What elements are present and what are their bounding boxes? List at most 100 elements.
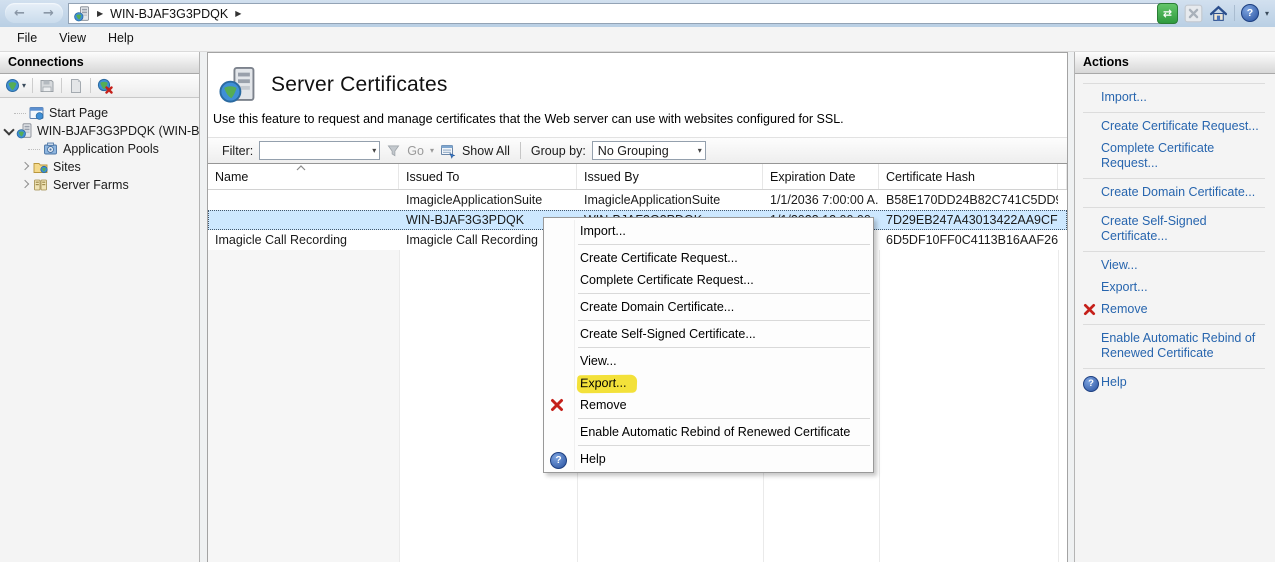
menu-item-create-domain-certificate[interactable]: Create Domain Certificate... bbox=[544, 296, 873, 318]
menu-separator bbox=[578, 347, 870, 348]
action-enable-automatic-rebind[interactable]: Enable Automatic Rebind of Renewed Certi… bbox=[1083, 328, 1265, 365]
chevron-expanded-icon[interactable] bbox=[4, 126, 14, 136]
filter-toolbar: Filter: ▾ Go ▾ Show All Group by: No Gro… bbox=[208, 137, 1067, 164]
tree-item-sites[interactable]: Sites bbox=[0, 158, 199, 176]
chevron-collapsed-icon[interactable] bbox=[20, 180, 30, 190]
divider bbox=[1083, 112, 1265, 113]
menu-help[interactable]: Help bbox=[97, 27, 145, 51]
help-icon bbox=[1083, 376, 1099, 392]
menu-file[interactable]: File bbox=[6, 27, 48, 51]
divider bbox=[1083, 207, 1265, 208]
server-icon bbox=[74, 6, 90, 22]
menu-item-create-certificate-request[interactable]: Create Certificate Request... bbox=[544, 247, 873, 269]
create-connection-button[interactable]: ▾ bbox=[4, 77, 27, 95]
chevron-down-icon[interactable]: ▾ bbox=[372, 146, 376, 155]
save-connections-button-disabled bbox=[38, 77, 56, 95]
column-gridline bbox=[1058, 250, 1059, 562]
menu-item-help[interactable]: Help bbox=[544, 448, 873, 470]
breadcrumb-arrow-icon[interactable]: ▶ bbox=[235, 9, 241, 18]
actions-list: Import... Create Certificate Request... … bbox=[1075, 74, 1275, 394]
connections-tree: Start Page WIN-BJAF3G3PDQK (WIN-BJA Appl… bbox=[0, 98, 199, 194]
tree-guide bbox=[28, 149, 40, 150]
start-page-icon bbox=[28, 105, 45, 121]
menu-item-remove[interactable]: Remove bbox=[544, 394, 873, 416]
chevron-down-icon: ▾ bbox=[430, 146, 434, 155]
action-import[interactable]: Import... bbox=[1083, 87, 1265, 109]
filter-input[interactable]: ▾ bbox=[259, 141, 380, 160]
table-row[interactable]: ImagicleApplicationSuite ImagicleApplica… bbox=[208, 190, 1067, 210]
tree-item-start-page[interactable]: Start Page bbox=[0, 104, 199, 122]
chevron-down-icon[interactable]: ▾ bbox=[698, 146, 702, 155]
menu-item-create-self-signed-certificate[interactable]: Create Self-Signed Certificate... bbox=[544, 323, 873, 345]
actions-header: Actions bbox=[1075, 52, 1275, 74]
menu-item-enable-automatic-rebind[interactable]: Enable Automatic Rebind of Renewed Certi… bbox=[544, 421, 873, 443]
action-complete-certificate-request[interactable]: Complete Certificate Request... bbox=[1083, 138, 1265, 175]
title-bar: ← → ▶ WIN-BJAF3G3PDQK ▶ ▾ bbox=[0, 0, 1275, 28]
menu-item-export-highlighted[interactable]: Export... bbox=[544, 372, 873, 394]
back-icon[interactable]: ← bbox=[14, 7, 25, 20]
menu-item-label: Remove bbox=[580, 398, 627, 412]
divider bbox=[1083, 324, 1265, 325]
menu-item-view[interactable]: View... bbox=[544, 350, 873, 372]
filter-label: Filter: bbox=[222, 144, 253, 158]
menu-item-import[interactable]: Import... bbox=[544, 220, 873, 242]
table-header: Name Issued To Issued By Expiration Date… bbox=[208, 164, 1067, 190]
action-label: Remove bbox=[1101, 302, 1148, 316]
cell-issued-to: ImagicleApplicationSuite bbox=[399, 193, 577, 207]
rename-connection-button-disabled bbox=[67, 77, 85, 95]
column-header-issued-by[interactable]: Issued By bbox=[577, 164, 763, 189]
breadcrumb-arrow-icon[interactable]: ▶ bbox=[97, 9, 103, 18]
navigation-buttons: ← → bbox=[5, 3, 63, 23]
action-view[interactable]: View... bbox=[1083, 255, 1265, 277]
group-by-label: Group by: bbox=[531, 144, 586, 158]
show-all-icon bbox=[440, 143, 456, 159]
action-label: Help bbox=[1101, 375, 1127, 389]
refresh-icon[interactable] bbox=[1157, 3, 1178, 24]
column-gridline bbox=[879, 250, 880, 562]
floppy-icon bbox=[39, 78, 55, 94]
cell-certificate-hash: 7D29EB247A43013422AA9CFD... bbox=[879, 213, 1058, 227]
breadcrumb-server[interactable]: WIN-BJAF3G3PDQK bbox=[110, 7, 228, 21]
help-icon[interactable] bbox=[1241, 4, 1259, 22]
action-create-domain-certificate[interactable]: Create Domain Certificate... bbox=[1083, 182, 1265, 204]
action-create-certificate-request[interactable]: Create Certificate Request... bbox=[1083, 116, 1265, 138]
action-export[interactable]: Export... bbox=[1083, 277, 1265, 299]
column-header-issued-to[interactable]: Issued To bbox=[399, 164, 577, 189]
home-icon[interactable] bbox=[1209, 4, 1228, 23]
chevron-down-icon[interactable]: ▾ bbox=[1265, 9, 1269, 18]
action-create-self-signed-certificate[interactable]: Create Self-Signed Certificate... bbox=[1083, 211, 1265, 248]
tree-item-label: Application Pools bbox=[63, 142, 159, 156]
show-all-button[interactable]: Show All bbox=[462, 144, 510, 158]
action-remove[interactable]: Remove bbox=[1083, 299, 1265, 321]
tree-item-application-pools[interactable]: Application Pools bbox=[0, 140, 199, 158]
cell-certificate-hash: 6D5DF10FF0C4113B16AAF268... bbox=[879, 233, 1058, 247]
menu-item-complete-certificate-request[interactable]: Complete Certificate Request... bbox=[544, 269, 873, 291]
tree-item-server-farms[interactable]: Server Farms bbox=[0, 176, 199, 194]
tree-item-server[interactable]: WIN-BJAF3G3PDQK (WIN-BJA bbox=[0, 122, 199, 140]
certificate-context-menu: Import... Create Certificate Request... … bbox=[543, 217, 874, 473]
menu-view[interactable]: View bbox=[48, 27, 97, 51]
menu-separator bbox=[578, 293, 870, 294]
feature-description: Use this feature to request and manage c… bbox=[213, 112, 1067, 128]
go-button-disabled: Go bbox=[407, 144, 424, 158]
menu-bar: File View Help bbox=[0, 27, 1275, 52]
server-certificates-icon bbox=[219, 66, 257, 104]
page-title: Server Certificates bbox=[271, 73, 448, 97]
sort-ascending-icon bbox=[296, 165, 306, 171]
address-bar[interactable]: ▶ WIN-BJAF3G3PDQK ▶ bbox=[68, 3, 1167, 24]
forward-icon[interactable]: → bbox=[43, 7, 54, 20]
column-gridline bbox=[399, 250, 400, 562]
application-pools-icon bbox=[42, 141, 59, 157]
globe-delete-icon bbox=[97, 78, 113, 94]
chevron-collapsed-icon[interactable] bbox=[20, 162, 30, 172]
group-by-dropdown[interactable]: No Grouping ▾ bbox=[592, 141, 706, 160]
divider bbox=[32, 78, 33, 93]
action-help[interactable]: Help bbox=[1083, 372, 1265, 394]
delete-connection-button[interactable] bbox=[96, 77, 114, 95]
divider bbox=[1083, 251, 1265, 252]
help-icon bbox=[550, 452, 567, 469]
column-header-certificate-hash[interactable]: Certificate Hash bbox=[879, 164, 1058, 189]
connections-panel: Connections ▾ bbox=[0, 52, 200, 562]
column-header-expiration-date[interactable]: Expiration Date bbox=[763, 164, 879, 189]
menu-separator bbox=[578, 445, 870, 446]
